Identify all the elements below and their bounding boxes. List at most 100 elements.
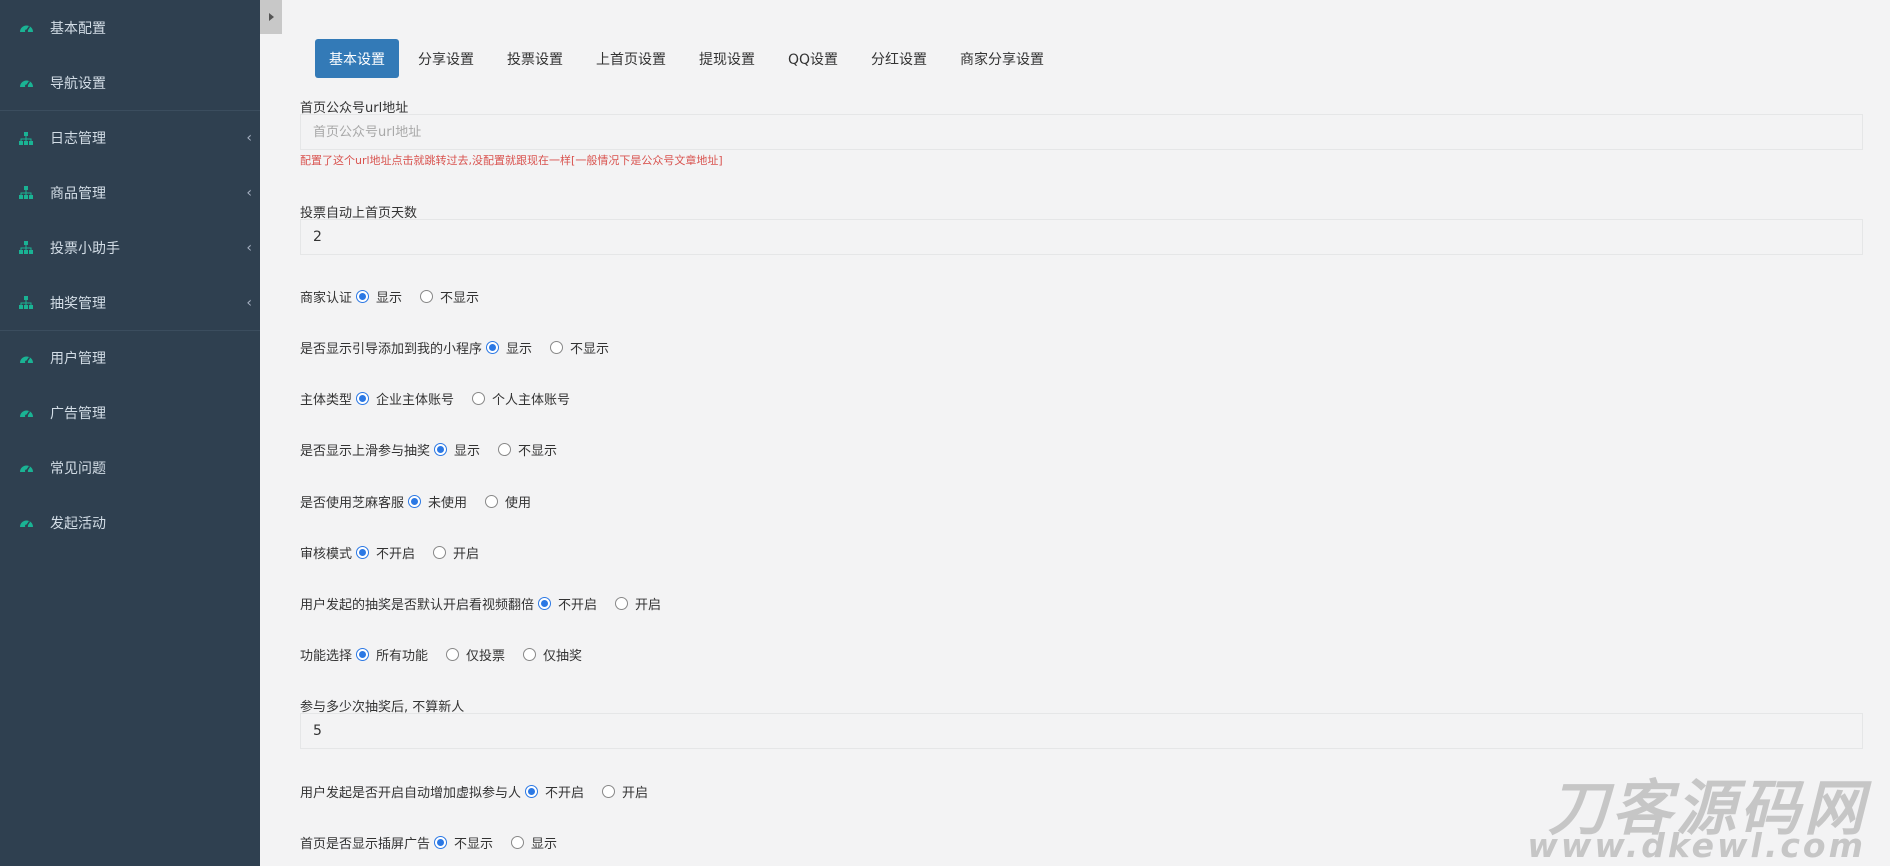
radio-button[interactable]	[538, 597, 552, 610]
radio-option[interactable]: 企业主体账号	[356, 389, 454, 408]
sidebar-item[interactable]: 基本配置	[0, 0, 260, 55]
radio-option[interactable]: 所有功能	[356, 645, 428, 664]
radio-option[interactable]: 开启	[615, 594, 661, 613]
radio-group-label: 审核模式	[300, 547, 353, 562]
chevron-left-icon: ‹	[246, 239, 252, 256]
radio-option[interactable]: 使用	[485, 492, 531, 511]
radio-button[interactable]	[408, 495, 422, 508]
radio-option-label: 仅抽奖	[543, 649, 583, 664]
radio-option[interactable]: 仅投票	[446, 645, 505, 664]
radio-option[interactable]: 未使用	[408, 492, 467, 511]
sidebar-collapse-toggle[interactable]	[260, 0, 282, 34]
radio-option[interactable]: 不开启	[356, 543, 415, 562]
radio-option[interactable]: 不显示	[434, 833, 493, 852]
radio-option[interactable]: 不开启	[525, 782, 584, 801]
days-value: 2	[313, 229, 322, 245]
sidebar-item-label: 导航设置	[50, 75, 106, 92]
radio-option[interactable]: 不显示	[550, 338, 609, 357]
sidebar-item-label: 基本配置	[50, 20, 106, 37]
settings-tab[interactable]: 提现设置	[685, 39, 769, 78]
radio-button[interactable]	[615, 597, 629, 610]
radio-option[interactable]: 开启	[433, 543, 479, 562]
radio-button[interactable]	[525, 785, 539, 798]
radio-option-label: 不开启	[558, 598, 598, 613]
radio-option[interactable]: 显示	[511, 833, 557, 852]
caret-right-icon	[268, 13, 274, 21]
radio-option-label: 显示	[454, 444, 481, 459]
new-user-value: 5	[313, 723, 322, 739]
sidebar-item[interactable]: 常见问题	[0, 440, 260, 495]
dashboard-icon	[18, 405, 34, 421]
sitemap-icon	[18, 240, 34, 256]
radio-button[interactable]	[446, 648, 460, 661]
radio-button[interactable]	[420, 290, 434, 303]
sidebar-item[interactable]: 发起活动	[0, 495, 260, 550]
settings-tab[interactable]: 商家分享设置	[946, 39, 1058, 78]
radio-option[interactable]: 显示	[434, 440, 480, 459]
radio-option-label: 使用	[505, 496, 532, 511]
radio-button[interactable]	[523, 648, 537, 661]
url-hint: 配置了这个url地址点击就跳转过去,没配置就跟现在一样[一般情况下是公众号文章地…	[300, 154, 723, 167]
radio-group-label: 是否显示上滑参与抽奖	[300, 444, 431, 459]
sidebar-item[interactable]: 抽奖管理 ‹	[0, 275, 260, 330]
radio-group-label: 是否使用芝麻客服	[300, 496, 405, 511]
sidebar-item[interactable]: 用户管理	[0, 330, 260, 385]
radio-button[interactable]	[498, 443, 512, 456]
sitemap-icon	[18, 295, 34, 311]
radio-button[interactable]	[434, 836, 448, 849]
settings-tab[interactable]: 投票设置	[493, 39, 577, 78]
radio-option-label: 开启	[453, 547, 480, 562]
radio-button[interactable]	[434, 443, 448, 456]
settings-tab[interactable]: 分红设置	[857, 39, 941, 78]
settings-tab[interactable]: 上首页设置	[582, 39, 680, 78]
radio-group-label: 功能选择	[300, 649, 353, 664]
radio-button[interactable]	[433, 546, 447, 559]
new-user-input[interactable]: 5	[300, 713, 1863, 749]
sidebar-item[interactable]: 广告管理	[0, 385, 260, 440]
sidebar: 基本配置 导航设置 日志管理 ‹ 商品管理 ‹ 投票小助手 ‹ 抽奖管理 ‹ 用户管理 广告管理 常见问…	[0, 0, 260, 866]
settings-tab[interactable]: 基本设置	[315, 39, 399, 78]
sidebar-item[interactable]: 投票小助手 ‹	[0, 220, 260, 275]
radio-button[interactable]	[472, 392, 486, 405]
radio-button[interactable]	[486, 341, 500, 354]
sitemap-icon	[18, 130, 34, 146]
settings-tab[interactable]: QQ设置	[774, 39, 852, 78]
radio-option[interactable]: 不显示	[420, 287, 479, 306]
slide-lottery-group: 是否显示上滑参与抽奖 显示 不显示	[300, 440, 575, 459]
radio-button[interactable]	[356, 290, 370, 303]
chevron-left-icon: ‹	[246, 294, 252, 311]
settings-tabs: 基本设置 分享设置 投票设置 上首页设置 提现设置 QQ设置 分红设置 商家分享设置	[315, 39, 1063, 78]
radio-option[interactable]: 仅抽奖	[523, 645, 582, 664]
sidebar-item-label: 广告管理	[50, 405, 106, 422]
radio-option-label: 不显示	[454, 837, 494, 852]
subject-type-group: 主体类型 企业主体账号 个人主体账号	[300, 389, 588, 408]
radio-option[interactable]: 开启	[602, 782, 648, 801]
sidebar-item[interactable]: 日志管理 ‹	[0, 110, 260, 165]
radio-button[interactable]	[602, 785, 616, 798]
radio-option[interactable]: 不开启	[538, 594, 597, 613]
radio-option-label: 显示	[531, 837, 558, 852]
guide-add-group: 是否显示引导添加到我的小程序 显示 不显示	[300, 338, 627, 357]
sidebar-item[interactable]: 商品管理 ‹	[0, 165, 260, 220]
radio-group-label: 是否显示引导添加到我的小程序	[300, 342, 483, 357]
sidebar-item-label: 商品管理	[50, 185, 106, 202]
audit-mode-group: 审核模式 不开启 开启	[300, 543, 497, 562]
settings-tab[interactable]: 分享设置	[404, 39, 488, 78]
url-input[interactable]	[313, 124, 1862, 140]
radio-option[interactable]: 显示	[486, 338, 532, 357]
radio-button[interactable]	[550, 341, 564, 354]
popup-ad-group: 首页是否显示插屏广告 不显示 显示	[300, 833, 575, 852]
radio-option[interactable]: 不显示	[498, 440, 557, 459]
radio-option-label: 显示	[506, 342, 533, 357]
radio-button[interactable]	[356, 392, 370, 405]
radio-button[interactable]	[485, 495, 499, 508]
radio-button[interactable]	[511, 836, 525, 849]
radio-option[interactable]: 个人主体账号	[472, 389, 570, 408]
radio-button[interactable]	[356, 648, 370, 661]
sidebar-item[interactable]: 导航设置	[0, 55, 260, 110]
sidebar-item-label: 用户管理	[50, 351, 106, 367]
radio-option[interactable]: 显示	[356, 287, 402, 306]
days-input[interactable]: 2	[300, 219, 1863, 255]
radio-button[interactable]	[356, 546, 370, 559]
radio-group-label: 首页是否显示插屏广告	[300, 837, 431, 852]
